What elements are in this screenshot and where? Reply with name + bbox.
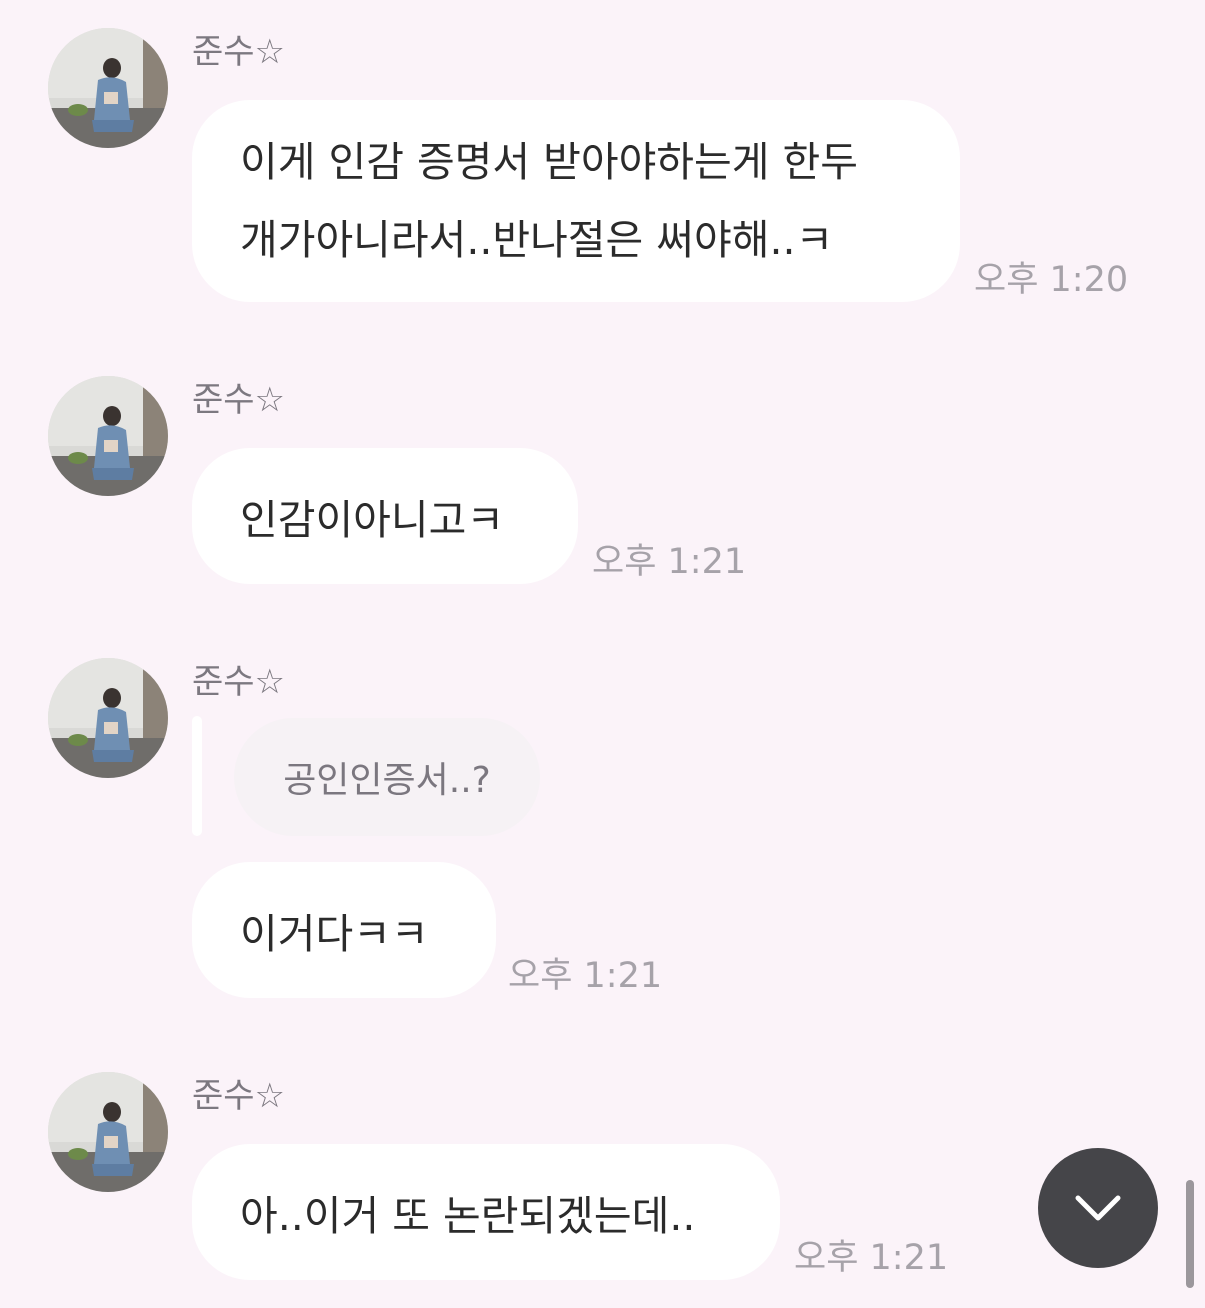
avatar[interactable] <box>48 28 168 148</box>
scrollbar-thumb[interactable] <box>1186 1180 1194 1288</box>
message-bubble[interactable]: 이게 인감 증명서 받아야하는게 한두 개가아니라서..반나절은 써야해..ㅋ <box>192 100 960 302</box>
message-text-line: 이게 인감 증명서 받아야하는게 한두 <box>240 138 858 186</box>
scroll-to-bottom-button[interactable] <box>1038 1148 1158 1268</box>
message-text-line: 개가아니라서..반나절은 써야해..ㅋ <box>240 216 834 264</box>
message-timestamp: 오후 1:21 <box>592 542 747 582</box>
message-text: 아..이거 또 논란되겠는데.. <box>240 1192 696 1240</box>
message-timestamp: 오후 1:21 <box>508 956 663 996</box>
avatar[interactable] <box>48 1072 168 1192</box>
message-text: 인감이아니고ㅋ <box>240 496 505 544</box>
sender-name: 준수☆ <box>192 32 286 72</box>
message-timestamp: 오후 1:21 <box>794 1238 949 1278</box>
sender-name: 준수☆ <box>192 380 286 420</box>
reply-quote[interactable]: 공인인증서..? <box>234 718 540 836</box>
message-bubble[interactable]: 이거다ㅋㅋ <box>192 862 496 998</box>
message-timestamp: 오후 1:20 <box>974 260 1129 300</box>
sender-name: 준수☆ <box>192 662 286 702</box>
avatar[interactable] <box>48 376 168 496</box>
avatar-photo <box>48 1072 168 1192</box>
message-text: 이거다ㅋㅋ <box>240 910 429 958</box>
avatar-photo <box>48 658 168 778</box>
reply-quote-text: 공인인증서..? <box>283 760 491 801</box>
avatar[interactable] <box>48 658 168 778</box>
reply-indicator-bar <box>192 716 202 836</box>
sender-name: 준수☆ <box>192 1076 286 1116</box>
avatar-photo <box>48 376 168 496</box>
avatar-photo <box>48 28 168 148</box>
message-bubble[interactable]: 아..이거 또 논란되겠는데.. <box>192 1144 780 1280</box>
chevron-down-icon <box>1075 1195 1121 1221</box>
message-bubble[interactable]: 인감이아니고ㅋ <box>192 448 578 584</box>
